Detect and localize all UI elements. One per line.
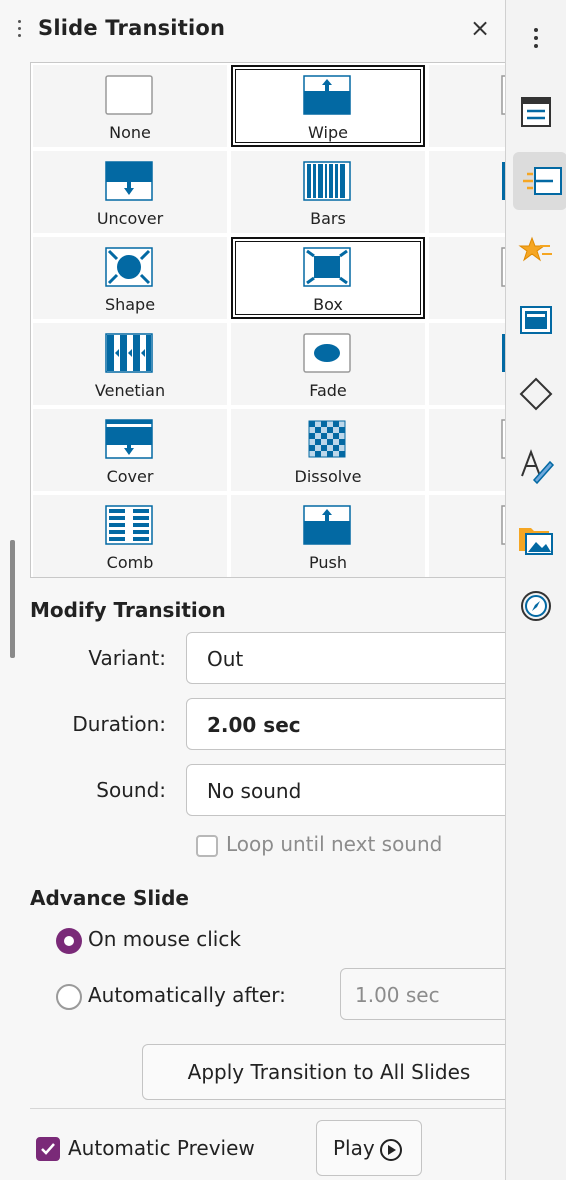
advance-slide-heading: Advance Slide [30,886,189,910]
wipe-transition-icon [303,75,351,115]
transition-label: Venetian [94,381,166,400]
uncover-transition-icon [105,161,153,201]
cover-transition-icon [105,419,153,459]
box-transition-icon [303,247,351,287]
transition-label: Bars [310,209,346,228]
transition-label: W [429,123,509,142]
transition-label: Dissolve [294,467,362,486]
transition-partial[interactable]: Ra [429,409,509,491]
gallery-icon[interactable] [516,518,556,558]
automatic-preview-label: Automatic Preview [68,1136,255,1160]
modify-transition-heading: Modify Transition [30,598,226,622]
automatically-after-label: Automatically after: [88,983,286,1007]
master-slides-icon[interactable] [516,300,556,340]
bars-transition-icon [303,161,351,201]
transition-shape[interactable]: Shape [33,237,227,319]
apply-to-all-slides-button[interactable]: Apply Transition to All Slides [142,1044,516,1100]
transition-partial[interactable] [429,495,509,577]
variant-value: Out [207,647,244,671]
transition-none[interactable]: None [33,65,227,147]
loop-checkbox[interactable] [196,835,218,857]
drag-grip-icon[interactable] [18,20,22,42]
automatic-preview-checkbox[interactable] [36,1137,60,1161]
more-options-icon[interactable] [516,18,556,58]
transition-label: Cover [106,467,154,486]
transition-label: Ch [429,209,509,228]
sound-dropdown[interactable]: No sound [186,764,516,816]
transition-fade[interactable]: Fade [231,323,425,405]
transition-uncover[interactable]: Uncover [33,151,227,233]
loop-label: Loop until next sound [226,832,443,856]
transition-label: Shape [104,295,156,314]
play-label: Play [333,1136,375,1160]
on-mouse-click-radio[interactable] [56,928,82,954]
transition-wipe[interactable]: Wipe [231,65,425,147]
animation-icon[interactable] [516,232,556,272]
close-button[interactable]: × [470,14,490,42]
transition-bars[interactable]: Bars [231,151,425,233]
divider [30,1108,505,1109]
transition-label: W [429,295,509,314]
properties-icon[interactable] [516,92,556,132]
transition-box[interactable]: Box [231,237,425,319]
transition-push[interactable]: Push [231,495,425,577]
transition-partial[interactable] [429,323,509,405]
slide-transition-icon[interactable] [513,152,566,210]
push-transition-icon [303,505,351,545]
variant-dropdown[interactable]: Out [186,632,516,684]
panel-resize-handle[interactable] [10,540,15,658]
shape-transition-icon [105,247,153,287]
on-mouse-click-label: On mouse click [88,927,241,951]
transition-cover[interactable]: Cover [33,409,227,491]
auto-time-value: 1.00 sec [355,983,440,1007]
sound-label: Sound: [96,778,166,802]
transition-venetian[interactable]: Venetian [33,323,227,405]
checkmark-icon [41,1143,55,1155]
play-button[interactable]: Play [316,1120,422,1176]
transition-label: Uncover [96,209,164,228]
transition-label: None [109,123,151,142]
comb-transition-icon [105,505,153,545]
shapes-icon[interactable] [516,374,556,414]
transition-partial[interactable]: Ch [429,151,509,233]
automatically-after-radio[interactable] [56,984,82,1010]
panel-title: Slide Transition [38,16,226,40]
variant-label: Variant: [88,646,166,670]
none-transition-icon [105,75,153,115]
fade-transition-icon [303,333,351,373]
transition-gallery: None Wipe W Uncover Bars [30,62,510,578]
styles-icon[interactable] [516,446,556,486]
sidebar-tabbar [505,0,566,1180]
transition-comb[interactable]: Comb [33,495,227,577]
transition-label: Comb [106,553,154,572]
dissolve-transition-icon [303,419,351,459]
navigator-icon[interactable] [516,586,556,626]
auto-time-spinfield[interactable]: 1.00 sec [340,968,516,1020]
transition-partial[interactable]: W [429,65,509,147]
panel-titlebar: Slide Transition × [0,0,505,60]
transition-label: Push [309,553,347,572]
duration-label: Duration: [72,712,166,736]
play-icon [380,1139,402,1161]
duration-value: 2.00 sec [207,713,301,737]
radio-dot [64,936,74,946]
transition-dissolve[interactable]: Dissolve [231,409,425,491]
sound-value: No sound [207,779,302,803]
transition-label: Ra [429,467,509,486]
transition-label: Fade [309,381,347,400]
duration-spinfield[interactable]: 2.00 sec [186,698,516,750]
transition-label: Box [313,295,343,314]
transition-partial[interactable]: W [429,237,509,319]
venetian-transition-icon [105,333,153,373]
transition-label: Wipe [308,123,348,142]
slide-transition-panel: Slide Transition × None Wipe W [0,0,516,1180]
